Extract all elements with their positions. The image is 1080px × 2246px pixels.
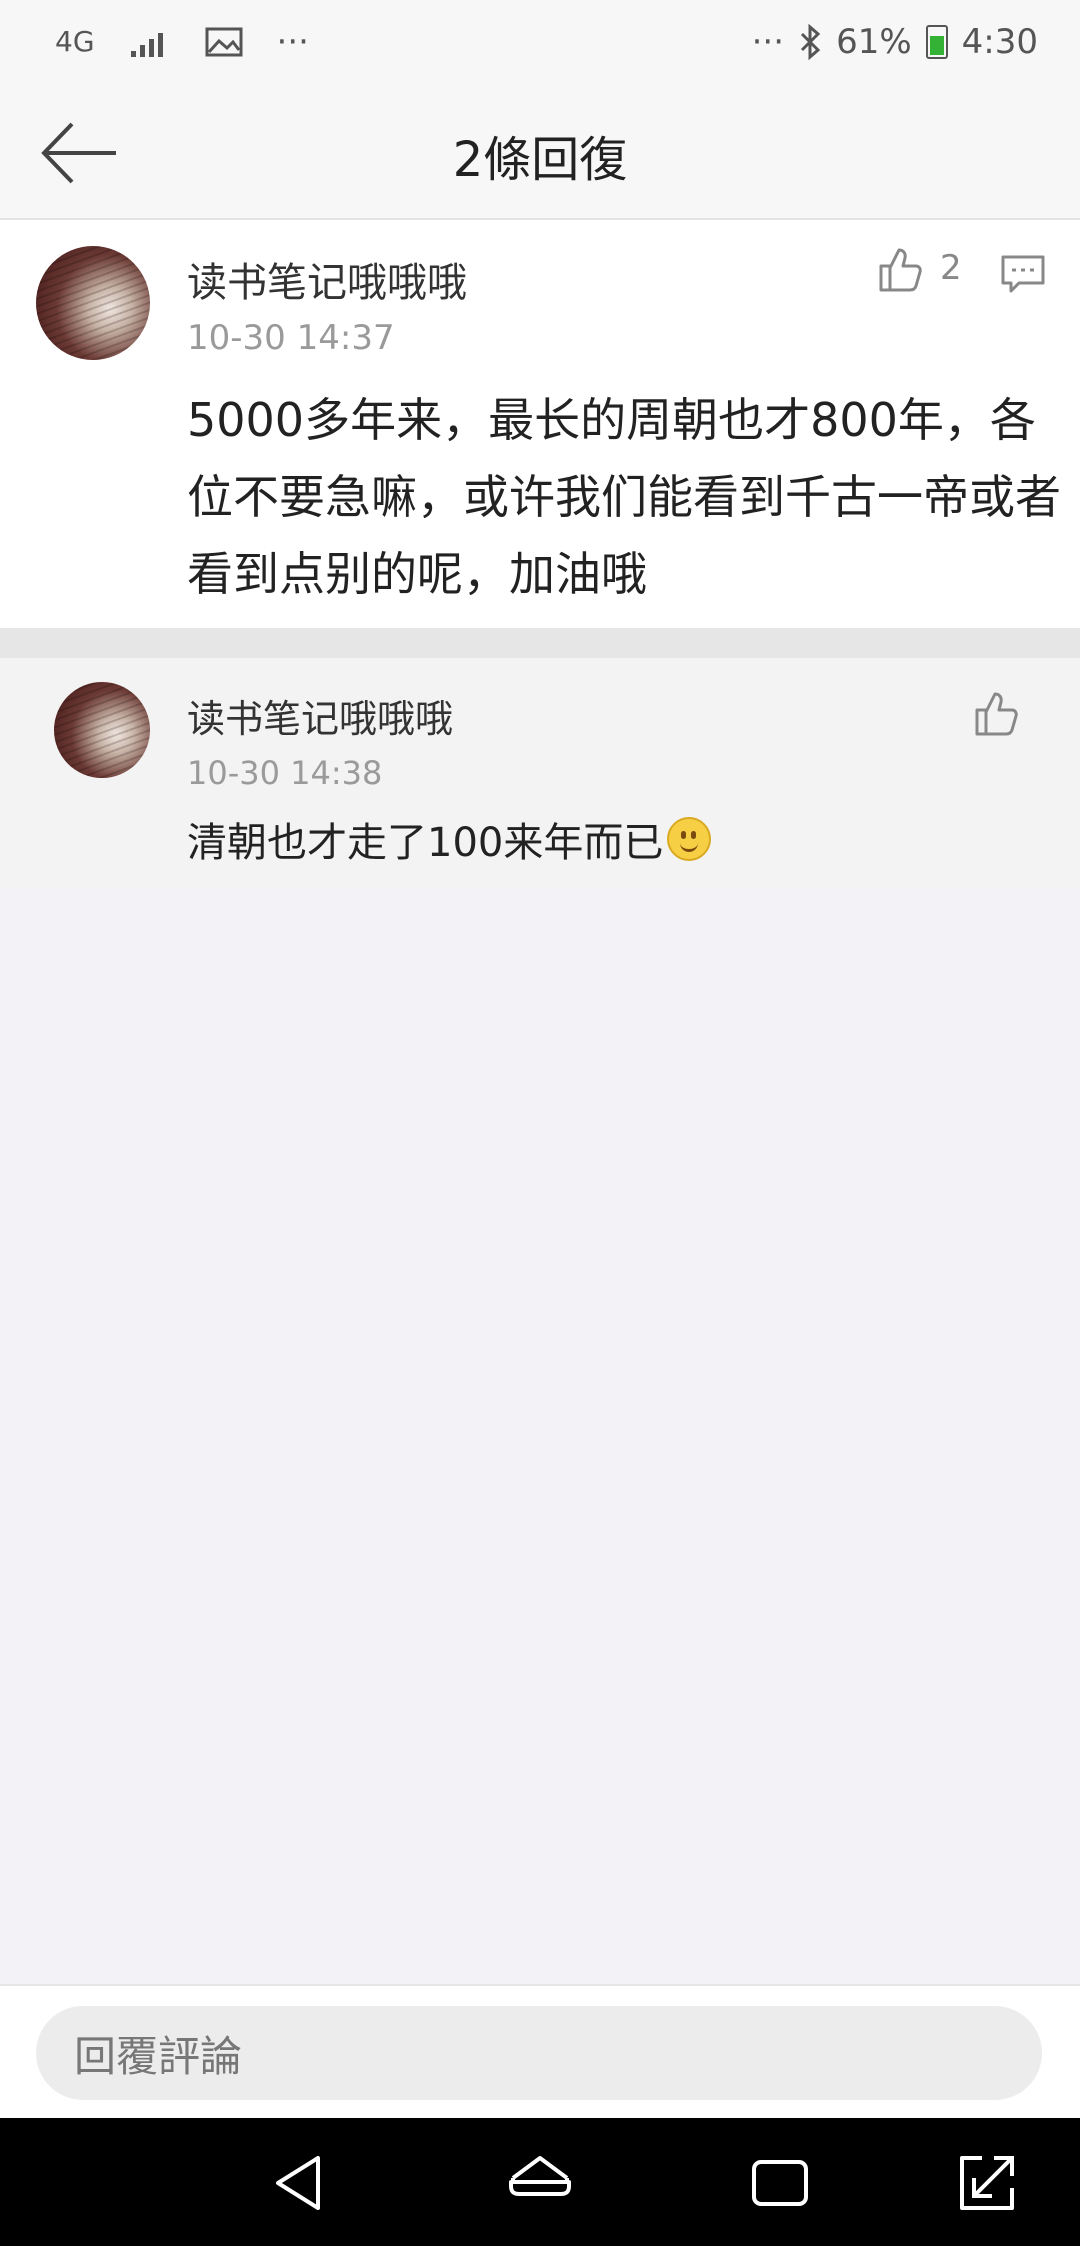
comment-text: 5000多年来，最长的周朝也才800年，各位不要急嘛，或许我们能看到千古一帝或者… [187, 393, 1061, 601]
reply-text: 清朝也才走了100来年而已 [187, 820, 664, 866]
comment-username[interactable]: 读书笔记哦哦哦 [187, 250, 467, 308]
nav-back-icon [276, 2156, 320, 2210]
system-nav-bar [0, 2118, 1080, 2246]
image-notification-icon [205, 27, 243, 57]
more-status: ··· [751, 22, 785, 62]
comment-icon [1001, 255, 1045, 293]
thumbs-up-icon [879, 248, 922, 292]
expand-icon [960, 2156, 1014, 2210]
status-left: 4G ··· [55, 22, 309, 62]
reply-text-row: 清朝也才走了100来年而已 [187, 810, 712, 868]
more-notifications: ··· [276, 22, 309, 62]
nav-recents-button[interactable] [745, 2148, 815, 2218]
page-title: 2條回復 [452, 132, 628, 188]
reply-input[interactable]: 回覆評論 [36, 2006, 1042, 2100]
status-right: ··· 61% 4:30 [752, 22, 1038, 62]
like-button[interactable]: 2 [876, 244, 976, 300]
status-bar: 4G ··· ··· 61% 4:30 [0, 0, 1080, 90]
nav-back-button[interactable] [266, 2148, 336, 2218]
bluetooth-icon [801, 24, 821, 60]
thumbs-up-icon [975, 692, 1018, 736]
reply-item: 读书笔记哦哦哦 10-30 14:38 清朝也才走了100来年而已 [0, 658, 1080, 888]
like-count: 2 [940, 248, 962, 288]
reply-like-button[interactable] [972, 688, 1022, 738]
comment-button[interactable] [1000, 254, 1046, 294]
battery-percent: 61% [836, 22, 912, 62]
nav-home-icon [509, 2156, 571, 2196]
section-divider [0, 628, 1080, 658]
network-indicator: 4G [55, 25, 95, 58]
main-comment: 读书笔记哦哦哦 10-30 14:37 2 5000多年来，最长的周朝也才800… [0, 220, 1080, 628]
battery-icon [925, 25, 948, 59]
reply-timestamp: 10-30 14:38 [187, 754, 383, 792]
clock: 4:30 [961, 22, 1038, 62]
header: 2條回復 [0, 90, 1080, 220]
avatar[interactable] [36, 246, 150, 360]
smiley-emoji-icon [667, 817, 712, 861]
nav-recents-icon [752, 2160, 808, 2206]
reply-username[interactable]: 读书笔记哦哦哦 [187, 688, 453, 743]
nav-home-button[interactable] [505, 2148, 575, 2218]
signal-icon [130, 33, 163, 57]
reply-bar: 回覆評論 [0, 1984, 1080, 2120]
reply-avatar[interactable] [54, 682, 150, 778]
comment-timestamp: 10-30 14:37 [187, 318, 395, 358]
nav-expand-button[interactable] [952, 2148, 1022, 2218]
